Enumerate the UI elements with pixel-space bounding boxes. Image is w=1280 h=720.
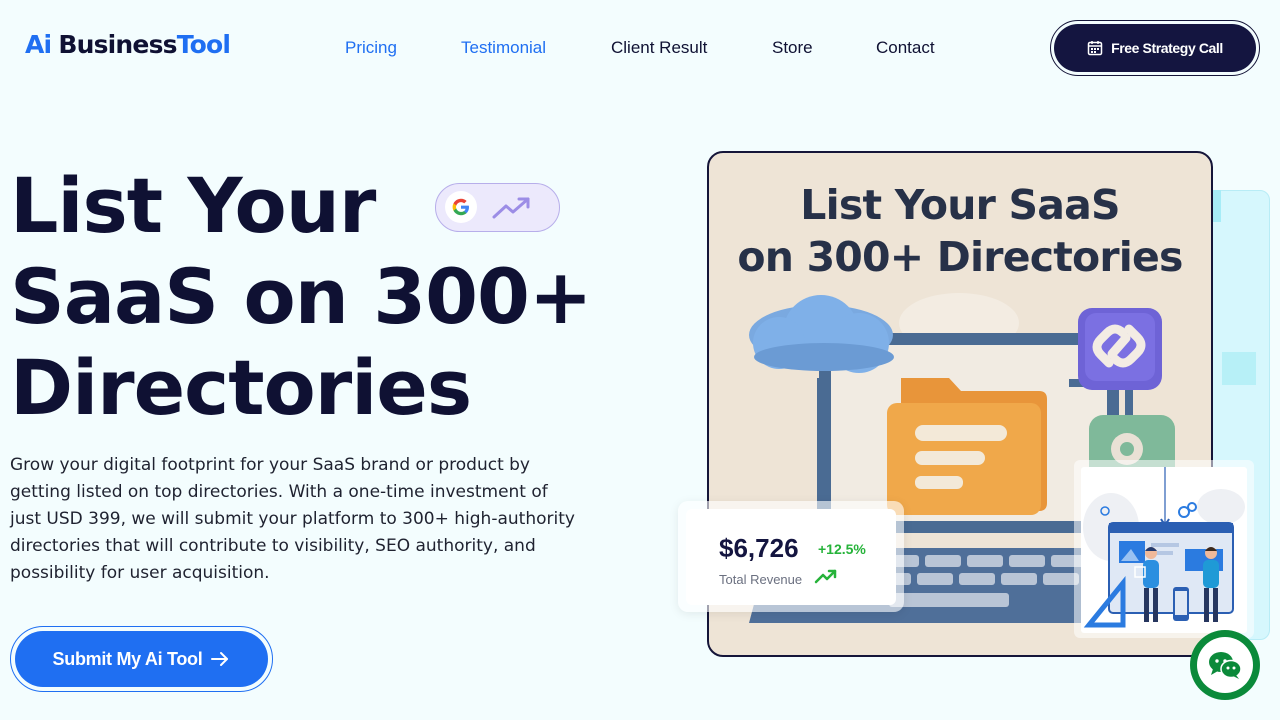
free-strategy-call-label: Free Strategy Call [1111, 40, 1223, 56]
calendar-icon [1087, 41, 1103, 56]
web-design-illustration [1083, 467, 1245, 628]
logo-part-tool: Tool [176, 30, 231, 59]
submit-tool-button-outline: Submit My Ai Tool [10, 626, 273, 692]
decorative-square [1222, 352, 1256, 385]
team-illustration [1081, 467, 1247, 633]
logo-part-ai: Ai [25, 30, 52, 59]
link-icon [1078, 308, 1162, 390]
arrow-right-icon [211, 652, 229, 666]
revenue-label: Total Revenue [719, 572, 803, 587]
revenue-card: $6,726 +12.5% Total Revenue [686, 509, 896, 605]
logo-part-business-tool: Business Tool [58, 30, 231, 59]
google-ranking-badge [435, 183, 560, 232]
cloud-icon [749, 295, 894, 373]
folder-icon [887, 378, 1047, 515]
site-logo[interactable]: Ai Business Tool [25, 30, 231, 59]
hero-title-line-3: Directories [10, 343, 472, 432]
revenue-amount: $6,726 [719, 533, 799, 563]
free-strategy-call-button[interactable]: Free Strategy Call [1054, 24, 1256, 72]
hero-description: Grow your digital footprint for your Saa… [10, 455, 575, 583]
chat-button-inner [1197, 637, 1253, 693]
hero-image-title-line-2: on 300+ Directories [737, 233, 1183, 281]
wechat-icon [1209, 652, 1242, 679]
revenue-change: +12.5% [818, 541, 866, 557]
submit-tool-button[interactable]: Submit My Ai Tool [15, 631, 268, 687]
hero-image-title: List Your SaaS on 300+ Directories [709, 179, 1211, 283]
nav-testimonial[interactable]: Testimonial [461, 38, 546, 58]
logo-part-business: Business [58, 30, 177, 59]
trend-up-icon [492, 197, 530, 219]
hero-title-line-2: SaaS on 300+ [10, 252, 593, 341]
wechat-chat-button[interactable] [1190, 630, 1260, 700]
trend-up-icon [814, 569, 837, 584]
nav-store[interactable]: Store [772, 38, 813, 58]
free-strategy-call-button-outline: Free Strategy Call [1050, 20, 1260, 76]
decorative-stripe [1213, 190, 1221, 222]
nav-pricing[interactable]: Pricing [345, 38, 397, 58]
hero-image-title-line-1: List Your SaaS [800, 181, 1120, 229]
google-logo-icon [445, 191, 477, 223]
submit-tool-label: Submit My Ai Tool [52, 648, 203, 669]
nav-client-result[interactable]: Client Result [611, 38, 707, 58]
nav-contact[interactable]: Contact [876, 38, 935, 58]
